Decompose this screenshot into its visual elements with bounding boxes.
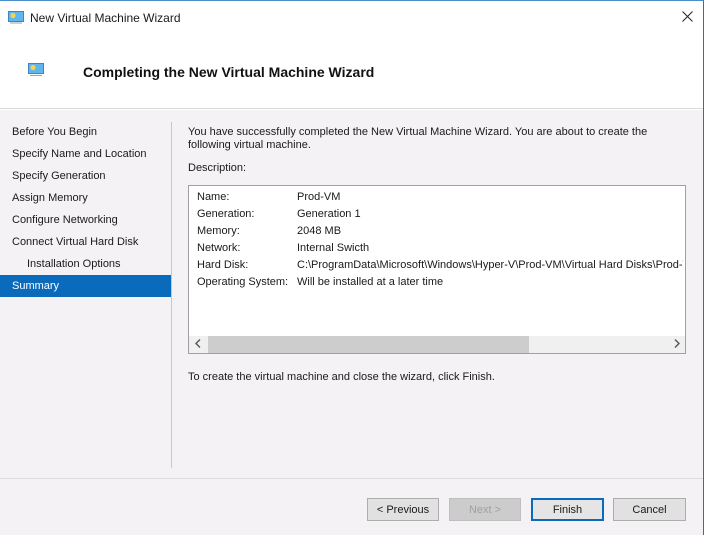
description-row-generation: Generation: Generation 1 xyxy=(197,206,683,223)
nav-item-configure-networking[interactable]: Configure Networking xyxy=(0,209,171,231)
row-value: 2048 MB xyxy=(297,225,342,237)
intro-text: You have successfully completed the New … xyxy=(188,126,648,151)
finish-instruction: To create the virtual machine and close … xyxy=(188,371,495,383)
next-button[interactable]: Next > xyxy=(449,498,521,521)
nav-item-specify-generation[interactable]: Specify Generation xyxy=(0,165,171,187)
row-value: Generation 1 xyxy=(297,208,361,220)
chevron-right-icon xyxy=(674,338,680,351)
description-row-memory: Memory: 2048 MB xyxy=(197,223,683,240)
row-key: Generation: xyxy=(197,208,255,220)
step-navigation: Before You Begin Specify Name and Locati… xyxy=(0,121,171,297)
row-key: Name: xyxy=(197,191,230,203)
finish-button[interactable]: Finish xyxy=(531,498,604,521)
scroll-right-button[interactable] xyxy=(668,336,685,353)
button-bar: < Previous Next > Finish Cancel xyxy=(0,478,703,535)
description-list: Name: Prod-VM Generation: Generation 1 Mem… xyxy=(197,189,683,291)
description-row-hard-disk: Hard Disk: C:\ProgramData\Microsoft\Windo… xyxy=(197,257,683,274)
row-value: Prod-VM xyxy=(297,191,341,203)
nav-item-specify-name-and-location[interactable]: Specify Name and Location xyxy=(0,143,171,165)
description-row-operating-system: Operating System: Will be installed at a … xyxy=(197,274,683,291)
description-row-name: Name: Prod-VM xyxy=(197,189,683,206)
description-row-network: Network: Internal Swicth xyxy=(197,240,683,257)
description-box[interactable]: Name: Prod-VM Generation: Generation 1 Mem… xyxy=(188,185,686,354)
row-value: Internal Swicth xyxy=(297,242,370,254)
scroll-left-button[interactable] xyxy=(189,336,206,353)
close-button[interactable] xyxy=(672,5,702,31)
scrollbar-thumb[interactable] xyxy=(208,336,529,353)
row-key: Network: xyxy=(197,242,241,254)
previous-button[interactable]: < Previous xyxy=(367,498,439,521)
summary-content: You have successfully completed the New … xyxy=(188,126,688,383)
virtual-machine-icon xyxy=(28,63,44,77)
row-key: Memory: xyxy=(197,225,240,237)
window-title: New Virtual Machine Wizard xyxy=(30,11,181,25)
nav-item-before-you-begin[interactable]: Before You Begin xyxy=(0,121,171,143)
description-label: Description: xyxy=(188,162,247,174)
row-key: Hard Disk: xyxy=(197,259,249,271)
nav-item-summary[interactable]: Summary xyxy=(0,275,171,297)
title-bar[interactable]: New Virtual Machine Wizard xyxy=(0,1,703,35)
wizard-window: New Virtual Machine Wizard Completing th… xyxy=(0,0,704,535)
nav-item-installation-options[interactable]: Installation Options xyxy=(0,253,171,275)
horizontal-scrollbar[interactable] xyxy=(189,336,685,353)
cancel-button[interactable]: Cancel xyxy=(613,498,686,521)
nav-item-assign-memory[interactable]: Assign Memory xyxy=(0,187,171,209)
wizard-body: Before You Begin Specify Name and Locati… xyxy=(0,110,703,478)
virtual-machine-icon xyxy=(8,11,24,24)
nav-divider xyxy=(171,122,172,468)
chevron-left-icon xyxy=(194,338,201,351)
page-title: Completing the New Virtual Machine Wizar… xyxy=(83,64,375,80)
row-key: Operating System: xyxy=(197,276,289,288)
row-value: Will be installed at a later time xyxy=(297,276,444,288)
close-icon xyxy=(681,11,693,25)
wizard-header: Completing the New Virtual Machine Wizar… xyxy=(0,35,703,109)
nav-item-connect-virtual-hard-disk[interactable]: Connect Virtual Hard Disk xyxy=(0,231,171,253)
row-value: C:\ProgramData\Microsoft\Windows\Hyper-V… xyxy=(297,259,683,271)
